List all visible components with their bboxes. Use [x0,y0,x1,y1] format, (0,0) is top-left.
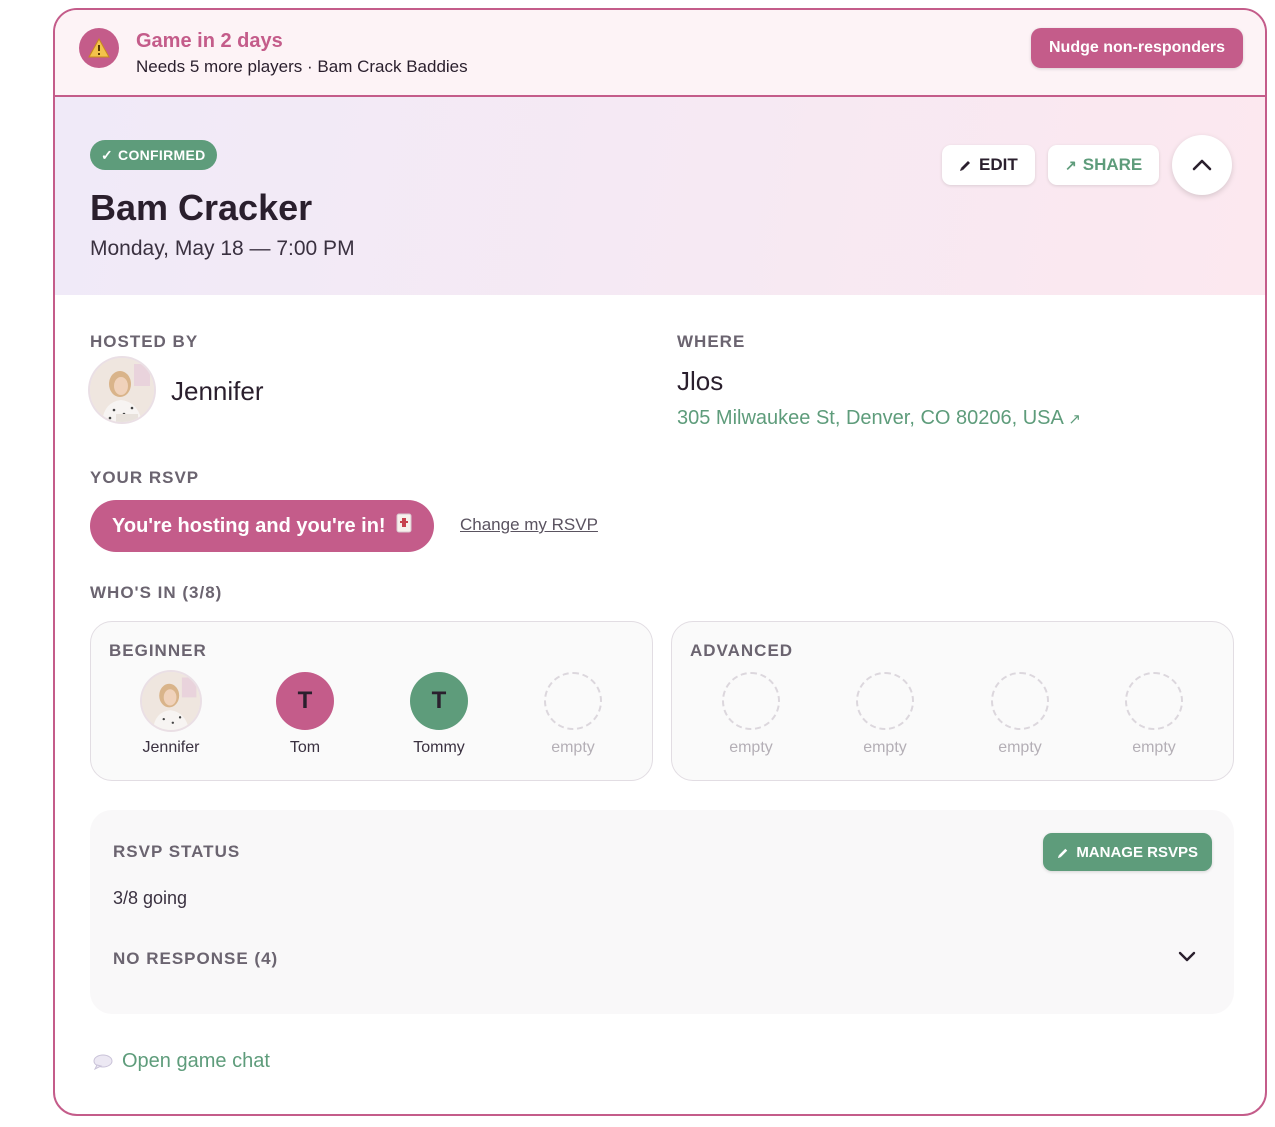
manage-rsvps-button[interactable]: MANAGE RSVPS [1043,833,1212,871]
mahjong-tile-icon [396,513,412,539]
host-name: Jennifer [171,376,264,406]
edit-button[interactable]: EDIT [942,145,1035,185]
rsvp-status-text: You're hosting and you're in! [112,514,386,537]
empty-avatar [1125,672,1183,730]
player-slot[interactable]: T Tommy [384,672,494,757]
pencil-icon [960,161,970,171]
rsvp-status-panel: RSVP STATUS MANAGE RSVPS 3/8 going NO RE… [90,810,1234,1014]
game-card: Game in 2 days Needs 5 more players · Ba… [53,8,1267,1116]
event-title: Bam Cracker [90,187,313,228]
speech-bubble-icon [93,1054,113,1070]
your-rsvp-label: YOUR RSVP [90,468,200,487]
hosted-by-label: HOSTED BY [90,332,199,351]
advanced-group: ADVANCED empty empty empty empty [671,621,1234,781]
empty-slot[interactable]: empty [518,672,628,757]
empty-slot[interactable]: empty [965,672,1075,757]
alert-subtitle: Needs 5 more players · Bam Crack Baddies [136,57,468,76]
avatar [142,672,200,730]
player-name: Tommy [413,739,465,756]
player-slot[interactable]: Jennifer [116,672,226,757]
nudge-non-responders-button[interactable]: Nudge non-responders [1030,28,1243,68]
rsvp-status-title: RSVP STATUS [113,842,241,861]
empty-avatar [991,672,1049,730]
event-header: ✓ CONFIRMED Bam Cracker Monday, May 18 —… [55,97,1265,295]
chevron-up-icon [1192,159,1212,171]
chevron-down-icon[interactable] [1178,950,1196,962]
empty-slot[interactable]: empty [1099,672,1209,757]
empty-avatar [544,672,602,730]
empty-avatar [856,672,914,730]
slot-label: empty [551,739,595,756]
avatar-initial: T [297,687,313,714]
alert-title: Game in 2 days [136,30,283,52]
share-label: SHARE [1082,155,1143,174]
empty-slot[interactable]: empty [696,672,806,757]
change-rsvp-link[interactable]: Change my RSVP [460,515,598,535]
avatar: T [276,672,334,730]
share-arrow-icon: ↗ [1065,156,1077,173]
player-slot[interactable]: T Tom [250,672,360,757]
status-badge-label: CONFIRMED [118,147,206,163]
venue-address-link[interactable]: 305 Milwaukee St, Denver, CO 80206, USA … [677,407,1081,430]
external-link-icon: ↗ [1068,411,1081,428]
group-title: ADVANCED [690,641,794,660]
alert-banner: Game in 2 days Needs 5 more players · Ba… [55,10,1265,97]
share-button[interactable]: ↗ SHARE [1048,145,1160,185]
empty-slot[interactable]: empty [830,672,940,757]
venue-name: Jlos [677,366,724,396]
check-icon: ✓ [101,146,114,163]
where-label: WHERE [677,332,746,351]
player-name: Jennifer [142,739,200,756]
rsvp-status-pill[interactable]: You're hosting and you're in! [90,500,434,552]
slot-label: empty [998,739,1042,756]
manage-rsvps-label: MANAGE RSVPS [1076,843,1198,861]
player-name: Tom [289,739,321,756]
slot-label: empty [863,739,907,756]
avatar-initial: T [431,687,447,714]
no-response-toggle[interactable]: NO RESPONSE (4) [113,949,278,969]
slot-label: empty [1132,739,1176,756]
slot-label: empty [729,739,773,756]
collapse-button[interactable] [1172,135,1232,195]
open-game-chat-link[interactable]: Open game chat [93,1050,270,1073]
going-count: 3/8 going [113,888,188,908]
pencil-icon [1058,848,1068,858]
chat-label: Open game chat [122,1050,270,1072]
status-badge: ✓ CONFIRMED [90,140,217,170]
whos-in-label: WHO'S IN (3/8) [90,583,223,602]
beginner-group: BEGINNER Jennifer T Tom T Tommy empty [90,621,653,781]
event-datetime: Monday, May 18 — 7:00 PM [90,237,355,260]
warning-icon [79,28,119,68]
edit-label: EDIT [979,155,1018,174]
venue-address: 305 Milwaukee St, Denver, CO 80206, USA [677,407,1063,429]
group-title: BEGINNER [109,641,207,660]
avatar: T [410,672,468,730]
host-avatar[interactable] [90,358,154,422]
empty-avatar [722,672,780,730]
